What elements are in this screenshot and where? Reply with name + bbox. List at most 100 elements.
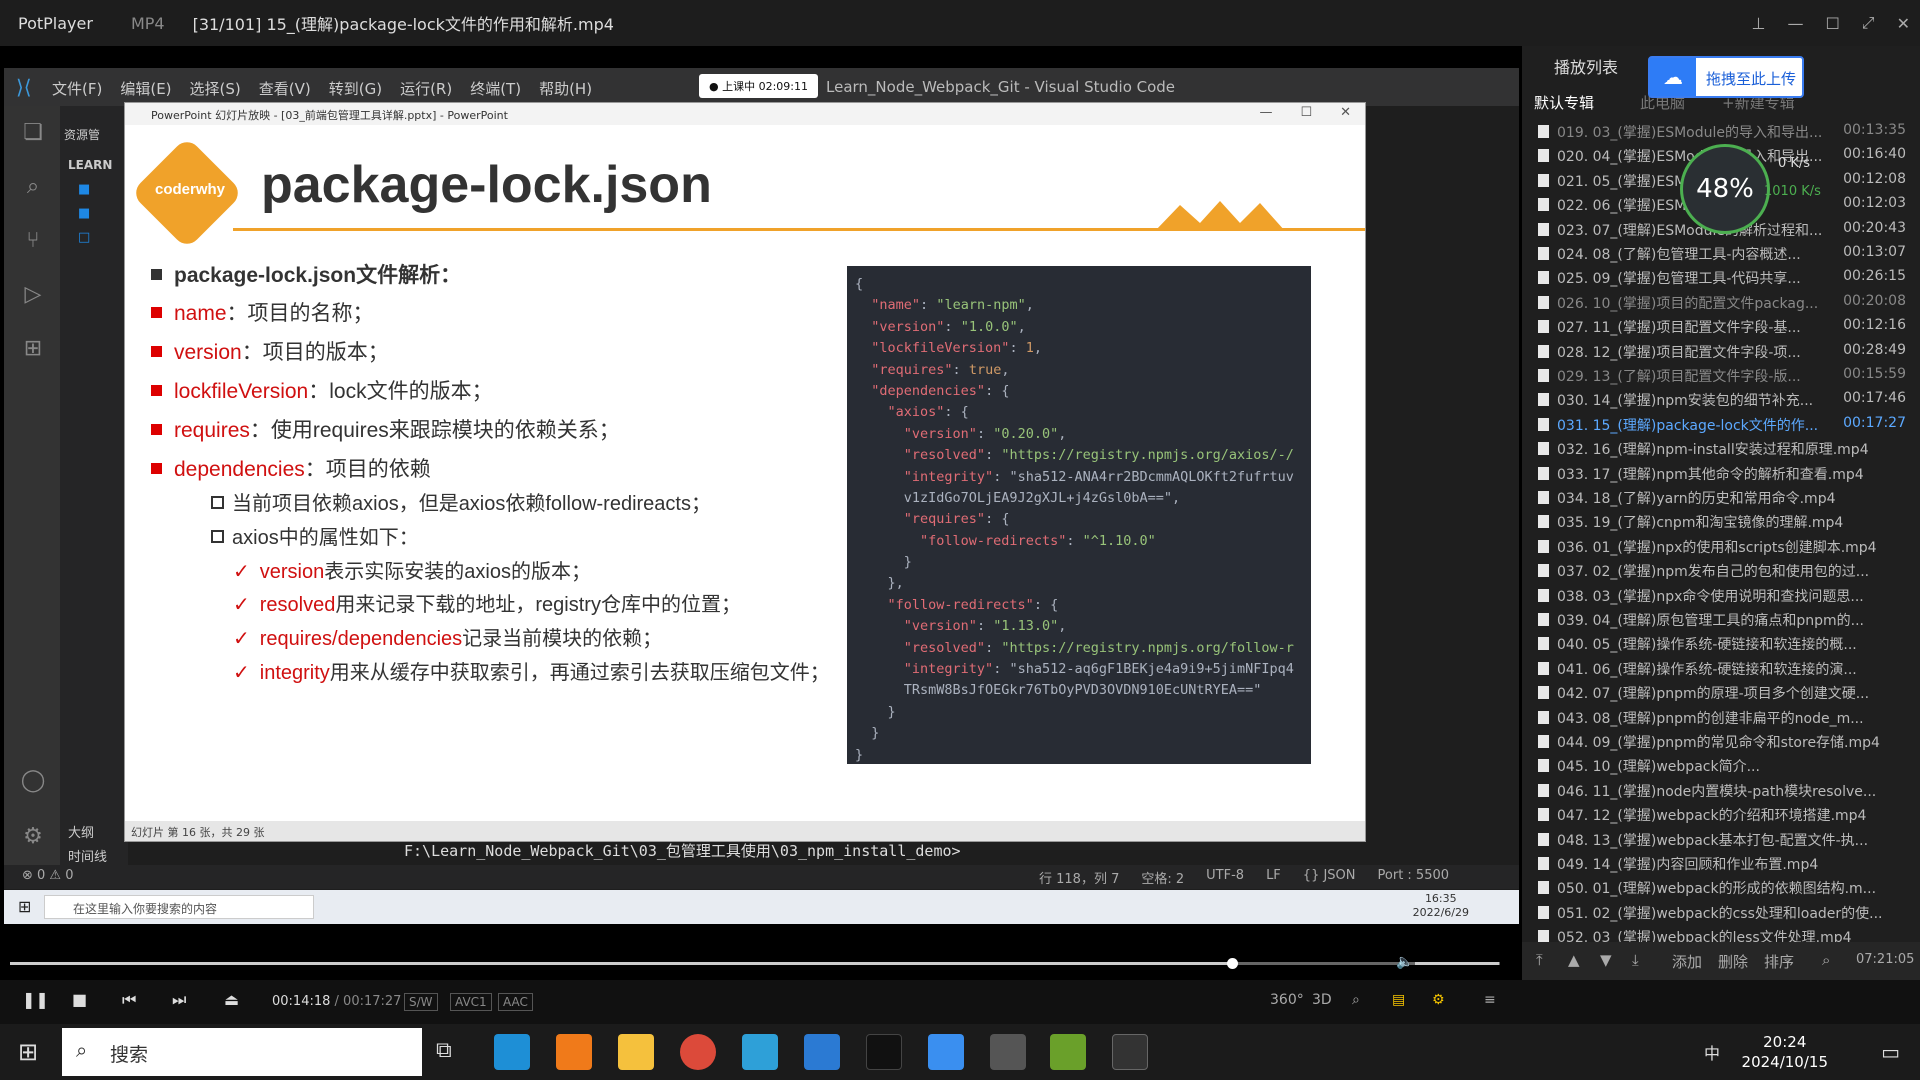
playlist-item[interactable]: 029. 13_(了解)项目配置文件字段-版... 00:15:59	[1538, 366, 1906, 390]
problems-status[interactable]: ⊗ 0 ⚠ 0	[22, 868, 74, 883]
eject-icon[interactable]: ⏏	[224, 990, 239, 1009]
extensions-icon[interactable]: ⊞	[20, 336, 46, 362]
playlist-item[interactable]: 035. 19_(了解)cnpm和淘宝镜像的理解.mp4	[1538, 512, 1906, 536]
folder-icon[interactable]: □	[78, 230, 90, 245]
playlist-item[interactable]: 041. 06_(理解)操作系统-硬链接和软连接的演...	[1538, 659, 1906, 683]
playlist-item[interactable]: 043. 08_(理解)pnpm的创建非扁平的node_m...	[1538, 708, 1906, 732]
playlist-title[interactable]: 播放列表	[1554, 54, 1618, 78]
folder-icon[interactable]: ■	[78, 206, 90, 221]
status-item[interactable]: 行 118，列 7	[1039, 868, 1119, 887]
account-icon[interactable]: ◯	[20, 768, 46, 794]
potplayer-icon[interactable]	[1050, 1034, 1086, 1070]
playlist-item[interactable]: 051. 02_(掌握)webpack的css处理和loader的使...	[1538, 903, 1906, 927]
playlist-item[interactable]: 046. 11_(掌握)node内置模块-path模块resolve...	[1538, 781, 1906, 805]
sublime-icon[interactable]	[556, 1034, 592, 1070]
add-button[interactable]: 添加	[1672, 951, 1702, 972]
playlist-item[interactable]: 044. 09_(掌握)pnpm的常见命令和store存储.mp4	[1538, 732, 1906, 756]
menu-item[interactable]: 转到(G)	[329, 78, 382, 99]
chrome-icon[interactable]	[680, 1034, 716, 1070]
slide[interactable]: coderwhy package-lock.json package-lock.…	[125, 125, 1365, 821]
playlist-item[interactable]: 040. 05_(理解)操作系统-硬链接和软连接的概...	[1538, 634, 1906, 658]
status-item[interactable]: Port : 5500	[1378, 868, 1450, 887]
playlist-item[interactable]: 026. 10_(掌握)项目的配置文件packag... 00:20:08	[1538, 293, 1906, 317]
vscode-icon[interactable]	[804, 1034, 840, 1070]
menu-item[interactable]: 终端(T)	[470, 78, 521, 99]
menu-item[interactable]: 帮助(H)	[539, 78, 592, 99]
feishu-icon[interactable]	[928, 1034, 964, 1070]
search-icon[interactable]: ⌕	[1822, 951, 1830, 969]
edge-icon[interactable]	[494, 1034, 530, 1070]
move-top-icon[interactable]: ⤒	[1536, 951, 1543, 969]
playlist-item[interactable]: 050. 01_(理解)webpack的形成的依赖图结构.m...	[1538, 878, 1906, 902]
volume-slider[interactable]	[1415, 962, 1499, 965]
previous-icon[interactable]: ⏮	[122, 990, 136, 1010]
playlist-item[interactable]: 042. 07_(理解)pnpm的原理-项目多个创建文硬...	[1538, 683, 1906, 707]
clock[interactable]: 20:24 2024/10/15	[1742, 1032, 1828, 1072]
task-view-icon[interactable]: ⧉	[436, 1038, 452, 1063]
playlist-item[interactable]: 036. 01_(掌握)npx的使用和scripts创建脚本.mp4	[1538, 537, 1906, 561]
pause-icon[interactable]: ❚❚	[22, 990, 49, 1009]
status-item[interactable]: UTF-8	[1206, 868, 1244, 887]
audio-codec-tag[interactable]: AAC	[498, 993, 533, 1011]
playlist-item[interactable]: 038. 03_(掌握)npx命令使用说明和查找问题思...	[1538, 586, 1906, 610]
taskbar-search[interactable]: ⌕ 搜索	[62, 1028, 422, 1076]
minimize-icon[interactable]: —	[1787, 14, 1803, 33]
status-item[interactable]: 空格: 2	[1141, 868, 1184, 887]
player-brand[interactable]: PotPlayer	[18, 14, 93, 33]
move-up-icon[interactable]: ▲	[1568, 951, 1580, 969]
playlist-item[interactable]: 047. 12_(掌握)webpack的介绍和环境搭建.mp4	[1538, 805, 1906, 829]
search-icon[interactable]: ⌕	[20, 174, 46, 200]
inner-search-box[interactable]: 在这里输入你要搜索的内容	[44, 895, 314, 919]
menu-item[interactable]: 运行(R)	[400, 78, 452, 99]
playlist-item[interactable]: 037. 02_(掌握)npm发布自己的包和使用包的过...	[1538, 561, 1906, 585]
windows-start-icon[interactable]: ⊞	[18, 1038, 38, 1066]
playlist-item[interactable]: 039. 04_(理解)原包管理工具的痛点和pnpm的...	[1538, 610, 1906, 634]
next-icon[interactable]: ⏭	[172, 990, 186, 1010]
playlist-item[interactable]: 024. 08_(了解)包管理工具-内容概述... 00:13:07	[1538, 244, 1906, 268]
file-explorer-icon[interactable]	[618, 1034, 654, 1070]
menu-item[interactable]: 编辑(E)	[120, 78, 171, 99]
playlist-item[interactable]: 028. 12_(掌握)项目配置文件字段-项... 00:28:49	[1538, 342, 1906, 366]
outline-label[interactable]: 大纲	[68, 822, 94, 841]
terminal-icon[interactable]	[1112, 1034, 1148, 1070]
playlist-item[interactable]: 025. 09_(掌握)包管理工具-代码共享... 00:26:15	[1538, 268, 1906, 292]
playlist-item[interactable]: 033. 17_(理解)npm其他命令的解析和查看.mp4	[1538, 464, 1906, 488]
sw-tag[interactable]: S/W	[404, 993, 438, 1011]
playlist-item[interactable]: 034. 18_(了解)yarn的历史和常用命令.mp4	[1538, 488, 1906, 512]
playlist-item[interactable]: 030. 14_(掌握)npm安装包的细节补充... 00:17:46	[1538, 390, 1906, 414]
3d-button[interactable]: 3D	[1312, 992, 1332, 1008]
move-bottom-icon[interactable]: ⤓	[1632, 951, 1639, 969]
menu-item[interactable]: 查看(V)	[259, 78, 311, 99]
seek-handle[interactable]	[1226, 958, 1238, 969]
playlist-item[interactable]: 031. 15_(理解)package-lock文件的作... 00:17:27	[1538, 415, 1906, 439]
maximize-icon[interactable]: ☐	[1825, 14, 1839, 33]
fullscreen-icon[interactable]: ⤢	[1862, 13, 1875, 33]
status-item[interactable]: LF	[1266, 868, 1281, 887]
playlist-item[interactable]: 019. 03_(掌握)ESModule的导入和导出... 00:13:35	[1538, 122, 1906, 146]
ppt-maximize-icon[interactable]: ☐	[1300, 105, 1312, 120]
vr360-button[interactable]: 360°	[1270, 992, 1304, 1008]
volume-icon[interactable]: 🔈	[1396, 954, 1413, 970]
settings-app-icon[interactable]	[990, 1034, 1026, 1070]
project-label[interactable]: LEARN	[68, 158, 112, 172]
status-item[interactable]: {} JSON	[1303, 868, 1356, 887]
ime-indicator[interactable]: 中	[1704, 1040, 1720, 1064]
subtitle-icon[interactable]: ▤	[1392, 992, 1405, 1008]
sort-button[interactable]: 排序	[1764, 951, 1794, 972]
source-control-icon[interactable]: ⑂	[20, 228, 46, 254]
timeline-label[interactable]: 时间线	[68, 846, 107, 865]
folder-icon[interactable]: ■	[78, 182, 90, 197]
zoom-icon[interactable]: ⌕	[1352, 992, 1360, 1008]
settings-gear-icon[interactable]: ⚙	[20, 824, 46, 850]
windows-start-icon[interactable]: ⊞	[18, 897, 31, 916]
seek-bar[interactable]	[10, 958, 1500, 969]
pin-icon[interactable]: ⊥	[1752, 14, 1766, 33]
tiktok-icon[interactable]	[866, 1034, 902, 1070]
menu-item[interactable]: 选择(S)	[190, 78, 241, 99]
tab-default-album[interactable]: 默认专辑	[1534, 92, 1594, 113]
playlist-item[interactable]: 027. 11_(掌握)项目配置文件字段-基... 00:12:16	[1538, 317, 1906, 341]
upload-widget[interactable]: ☁ 拖拽至此上传	[1648, 56, 1804, 98]
video-codec-tag[interactable]: AVC1	[450, 993, 492, 1011]
terminal-line[interactable]: F:\Learn_Node_Webpack_Git\03_包管理工具使用\03_…	[404, 840, 961, 861]
menu-item[interactable]: 文件(F)	[52, 78, 102, 99]
